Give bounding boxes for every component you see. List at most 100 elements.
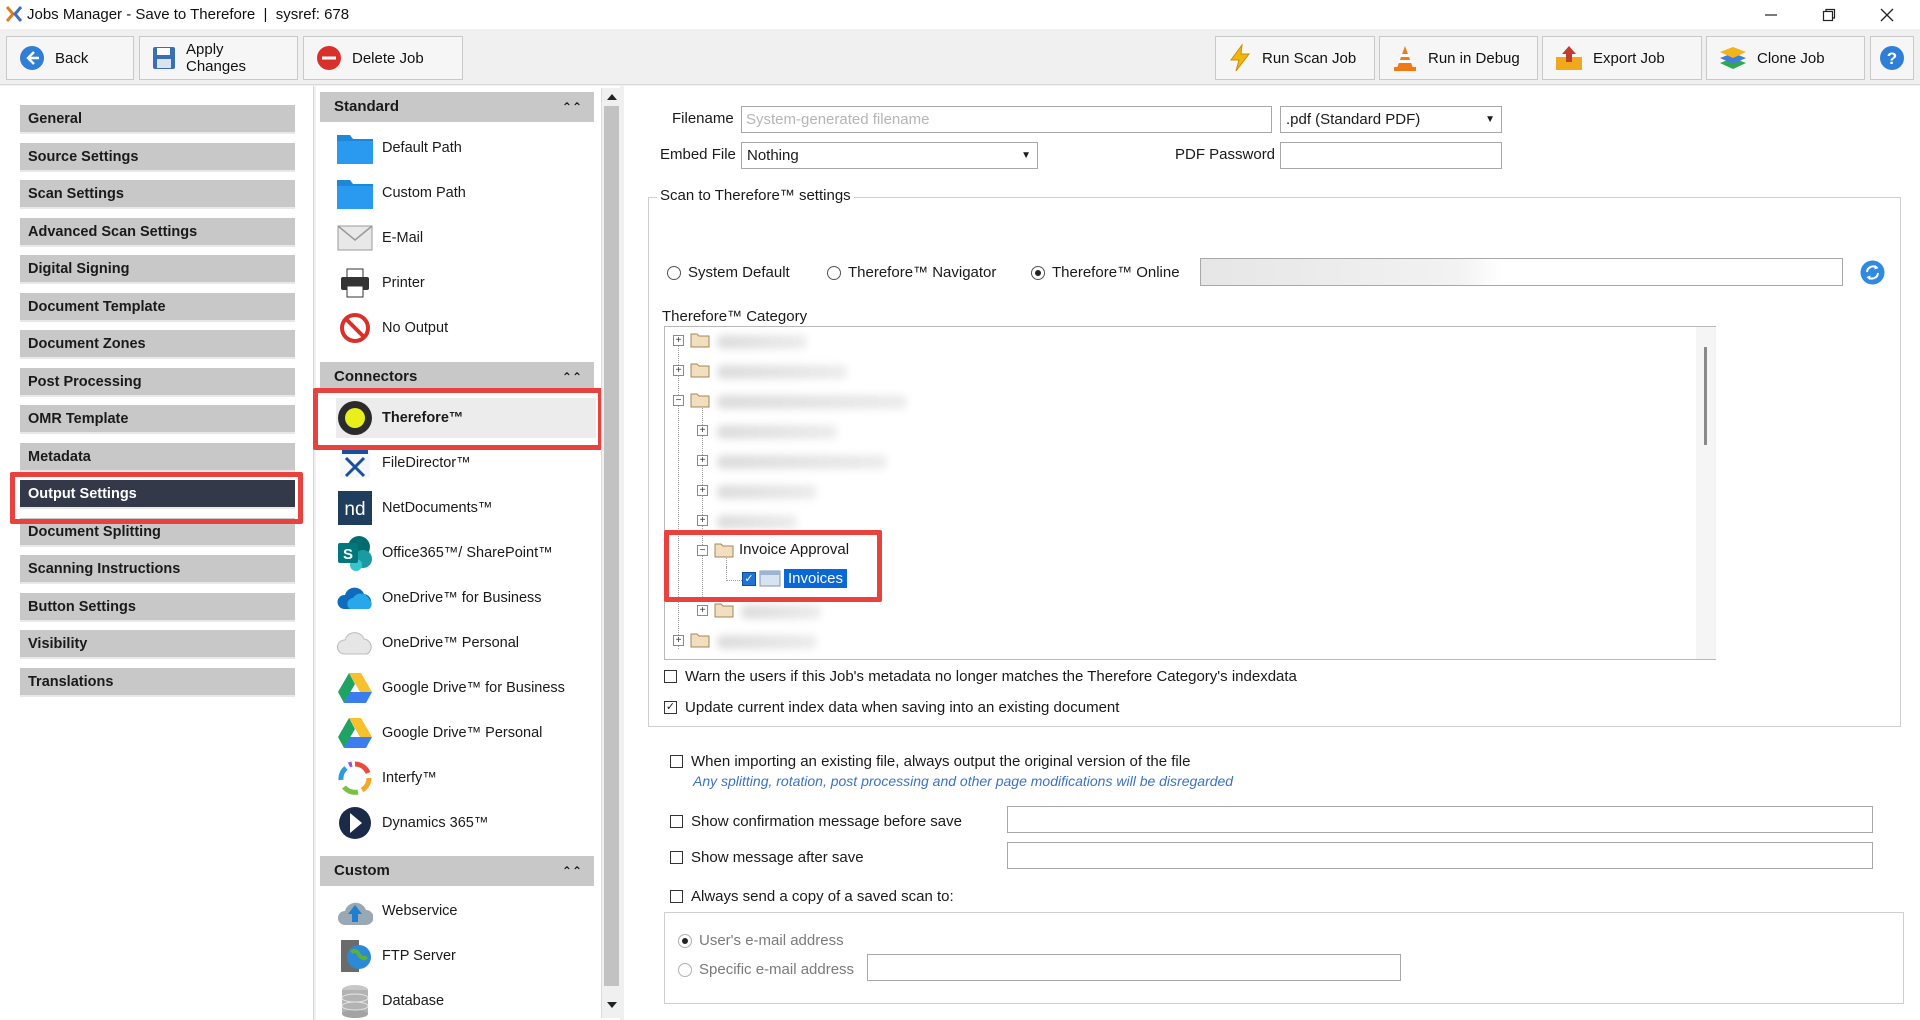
nav-digital-signing[interactable]: Digital Signing: [20, 255, 295, 284]
sharepoint-icon: S: [338, 536, 372, 571]
nav-post-processing[interactable]: Post Processing: [20, 368, 295, 397]
nav-source-settings[interactable]: Source Settings: [20, 143, 295, 172]
nav-scan-settings[interactable]: Scan Settings: [20, 180, 295, 209]
output-therefore[interactable]: Therefore™: [336, 398, 596, 438]
output-email[interactable]: E-Mail: [336, 218, 596, 258]
output-onedrive-personal[interactable]: OneDrive™ Personal: [336, 623, 596, 663]
tree-expand-icon[interactable]: +: [673, 365, 684, 376]
tree-expand-icon[interactable]: +: [697, 605, 708, 616]
embed-file-select[interactable]: Nothing ▼: [741, 142, 1038, 169]
output-panel-scrollbar[interactable]: [601, 88, 621, 1018]
nav-document-splitting[interactable]: Document Splitting: [20, 518, 295, 547]
minimize-icon: [1765, 13, 1777, 16]
send-copy-checkbox[interactable]: Always send a copy of a saved scan to:: [670, 888, 954, 905]
back-button[interactable]: Back: [6, 36, 134, 80]
radio-therefore-online[interactable]: Therefore™ Online: [1031, 264, 1180, 281]
output-default-path[interactable]: Default Path: [336, 128, 596, 168]
nav-translations[interactable]: Translations: [20, 668, 295, 697]
run-scan-job-button[interactable]: Run Scan Job: [1215, 36, 1375, 80]
nav-document-zones[interactable]: Document Zones: [20, 330, 295, 359]
radio-system-default-label: System Default: [688, 264, 790, 281]
nav-document-template[interactable]: Document Template: [20, 293, 295, 322]
tree-collapse-icon[interactable]: −: [673, 395, 684, 406]
scroll-thumb[interactable]: [604, 106, 619, 986]
tree-expand-icon[interactable]: +: [673, 635, 684, 646]
nav-scanning-instructions[interactable]: Scanning Instructions: [20, 555, 295, 584]
file-format-select[interactable]: .pdf (Standard PDF) ▼: [1280, 106, 1502, 133]
output-filedirector-label: FileDirector™: [382, 455, 471, 471]
output-custom-path[interactable]: Custom Path: [336, 173, 596, 213]
tree-scroll-thumb[interactable]: [1704, 347, 1707, 445]
minimize-button[interactable]: [1742, 0, 1800, 29]
refresh-icon[interactable]: [1860, 260, 1885, 285]
delete-job-label: Delete Job: [352, 49, 424, 67]
output-webservice[interactable]: Webservice: [336, 891, 596, 931]
radio-dot: [678, 962, 692, 977]
filename-input[interactable]: System-generated filename: [741, 106, 1272, 133]
tree-item-invoices[interactable]: Invoices: [784, 569, 848, 588]
section-custom-header[interactable]: Custom ⌃⌃: [320, 856, 594, 886]
section-standard-title: Standard: [334, 98, 400, 115]
file-format-value: .pdf (Standard PDF): [1286, 111, 1421, 128]
output-filedirector[interactable]: FileDirector™: [336, 443, 596, 483]
confirm-message-input[interactable]: [1007, 806, 1873, 833]
printer-icon: [341, 268, 369, 298]
radio-therefore-navigator[interactable]: Therefore™ Navigator: [827, 264, 996, 281]
tree-expand-icon[interactable]: +: [697, 425, 708, 436]
output-onedrive-business[interactable]: OneDrive™ for Business: [336, 578, 596, 618]
svg-text:?: ?: [1887, 49, 1897, 68]
export-job-button[interactable]: Export Job: [1542, 36, 1702, 80]
nav-output-settings[interactable]: Output Settings: [20, 480, 295, 509]
output-printer[interactable]: Printer: [336, 263, 596, 303]
warn-metadata-checkbox[interactable]: Warn the users if this Job's metadata no…: [664, 668, 1297, 685]
nav-omr-template[interactable]: OMR Template: [20, 405, 295, 434]
output-type-panel: Standard ⌃⌃ Default Path Custom Path E-Ma…: [313, 86, 620, 1020]
update-index-checkbox[interactable]: ✓ Update current index data when saving i…: [664, 699, 1119, 716]
tree-checkbox-invoices[interactable]: ✓: [742, 572, 756, 586]
import-original-checkbox[interactable]: When importing an existing file, always …: [670, 753, 1190, 770]
scroll-down-icon: [607, 1002, 617, 1008]
output-google-drive-business[interactable]: Google Drive™ for Business: [336, 668, 596, 708]
output-ftp-server[interactable]: FTP Server: [336, 936, 596, 976]
apply-changes-button[interactable]: Apply Changes: [139, 36, 298, 80]
nav-advanced-scan-settings[interactable]: Advanced Scan Settings: [20, 218, 295, 247]
run-in-debug-button[interactable]: Run in Debug: [1379, 36, 1538, 80]
therefore-logo-icon: [338, 401, 372, 435]
nav-button-settings[interactable]: Button Settings: [20, 593, 295, 622]
tree-item-invoice-approval[interactable]: Invoice Approval: [739, 541, 849, 558]
output-dynamics365[interactable]: Dynamics 365™: [336, 803, 596, 843]
after-save-message-input[interactable]: [1007, 842, 1873, 869]
tree-expand-icon[interactable]: +: [697, 515, 708, 526]
output-interfy[interactable]: Interfy™: [336, 758, 596, 798]
output-no-output[interactable]: No Output: [336, 308, 596, 348]
restore-button[interactable]: [1800, 0, 1858, 29]
clone-job-button[interactable]: Clone Job: [1706, 36, 1865, 80]
output-office365-sharepoint[interactable]: S Office365™/ SharePoint™: [336, 533, 596, 573]
delete-job-button[interactable]: Delete Job: [303, 36, 463, 80]
category-tree[interactable]: + + − + + + + − Invoice Approval ✓ Invoi…: [664, 326, 1716, 660]
confirm-before-save-checkbox[interactable]: Show confirmation message before save: [670, 813, 962, 830]
output-database[interactable]: Database: [336, 981, 596, 1020]
section-standard-header[interactable]: Standard ⌃⌃: [320, 92, 594, 122]
title-bar: Jobs Manager - Save to Therefore | sysre…: [0, 0, 1920, 29]
output-netdocuments[interactable]: nd NetDocuments™: [336, 488, 596, 528]
radio-specific-email[interactable]: Specific e-mail address: [678, 961, 854, 978]
radio-system-default[interactable]: System Default: [667, 264, 790, 281]
nav-visibility[interactable]: Visibility: [20, 630, 295, 659]
help-button[interactable]: ?: [1870, 36, 1914, 80]
tree-collapse-icon[interactable]: −: [697, 545, 708, 556]
output-google-drive-personal[interactable]: Google Drive™ Personal: [336, 713, 596, 753]
message-after-save-checkbox[interactable]: Show message after save: [670, 849, 864, 866]
tree-expand-icon[interactable]: +: [697, 455, 708, 466]
section-connectors-header[interactable]: Connectors ⌃⌃: [320, 362, 594, 392]
radio-user-email[interactable]: User's e-mail address: [678, 932, 844, 949]
tree-expand-icon[interactable]: +: [697, 485, 708, 496]
specific-email-input[interactable]: [867, 954, 1401, 981]
nav-general[interactable]: General: [20, 105, 295, 134]
close-button[interactable]: [1858, 0, 1916, 29]
tree-expand-icon[interactable]: +: [673, 335, 684, 346]
nav-metadata[interactable]: Metadata: [20, 443, 295, 472]
therefore-online-url-input[interactable]: [1200, 258, 1843, 286]
pdf-password-input[interactable]: [1280, 142, 1502, 169]
tree-scrollbar[interactable]: [1696, 327, 1716, 659]
